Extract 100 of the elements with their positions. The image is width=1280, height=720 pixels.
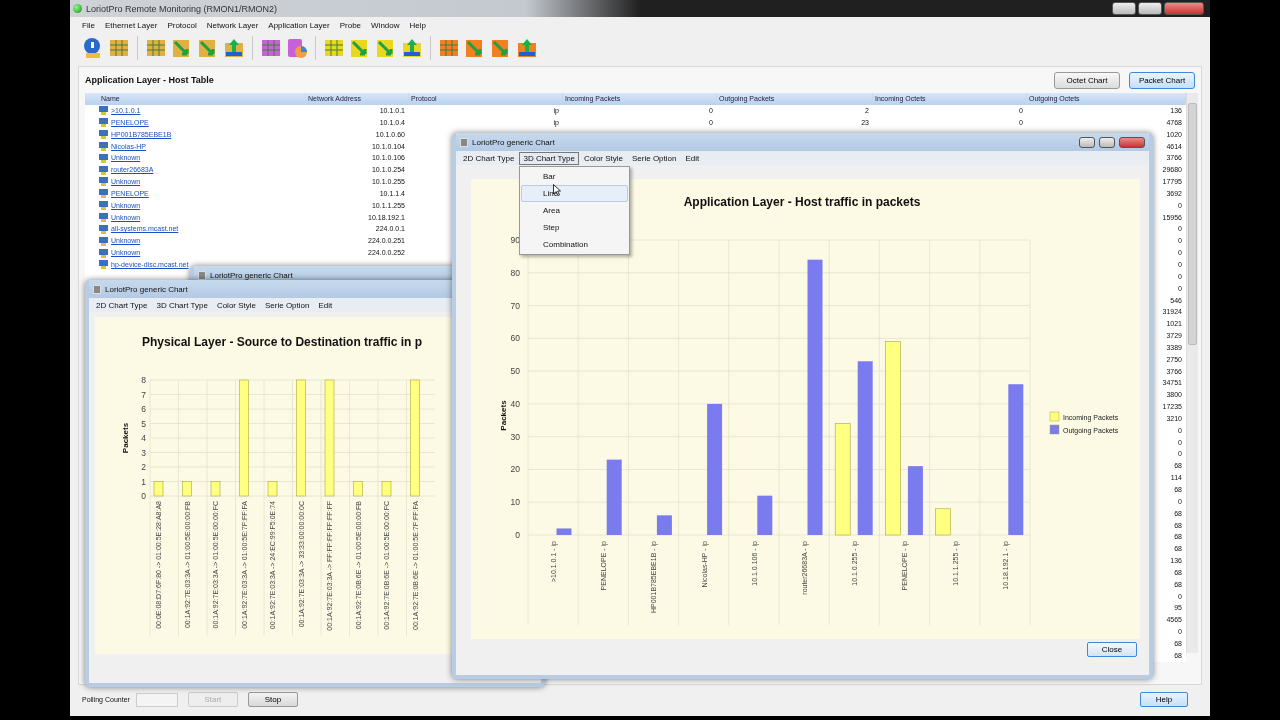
- close-button[interactable]: [1164, 2, 1204, 15]
- bar: [935, 508, 951, 536]
- axis-tick-label: 2: [141, 462, 146, 472]
- menu-item[interactable]: 3D Chart Type: [519, 151, 579, 165]
- menu-item[interactable]: 2D Chart Type: [92, 298, 152, 312]
- window-icon: [93, 284, 101, 294]
- window-icon: [460, 137, 468, 147]
- axis-tick-label: 6: [141, 404, 146, 414]
- computer-icon: [99, 141, 108, 151]
- maximize-button[interactable]: [1138, 2, 1162, 15]
- axis-tick-label: 40: [510, 398, 520, 409]
- chart-button[interactable]: Packet Chart: [1129, 71, 1195, 89]
- app-logo-icon: [73, 4, 82, 13]
- menu-item[interactable]: Serie Option: [261, 298, 314, 312]
- table-icon[interactable]: [145, 37, 167, 59]
- menu-item[interactable]: Color Style: [212, 298, 260, 312]
- computer-icon: [99, 106, 108, 116]
- bar: [182, 481, 192, 497]
- menu-item[interactable]: Ethernet Layer: [104, 20, 158, 30]
- computer-icon: [99, 118, 108, 128]
- bar: [907, 466, 923, 535]
- axis-tick-label: 0: [515, 530, 520, 540]
- menu-item[interactable]: Network Layer: [206, 20, 259, 30]
- axis-title: Packets: [499, 400, 508, 431]
- menu-option[interactable]: Area: [521, 202, 628, 219]
- menu-option[interactable]: Line: [521, 185, 628, 202]
- bar: [210, 481, 221, 497]
- menu-item[interactable]: Probe: [339, 20, 362, 30]
- close-button[interactable]: [1119, 136, 1145, 148]
- menu-option[interactable]: Bar: [521, 168, 628, 185]
- table-icon[interactable]: [260, 37, 282, 59]
- computer-icon: [99, 236, 108, 246]
- menu-option[interactable]: Combination: [521, 236, 628, 253]
- scrollbar[interactable]: [1186, 93, 1198, 653]
- bar: [267, 481, 278, 497]
- axis-tick-label: 10: [510, 497, 520, 508]
- menu-item[interactable]: Color Style: [579, 151, 627, 165]
- bar: [556, 528, 572, 535]
- bar: [153, 481, 164, 497]
- menu-item[interactable]: Window: [371, 20, 400, 30]
- up-arrow-icon[interactable]: [516, 37, 538, 59]
- axis-tick-label: 7: [141, 389, 146, 400]
- menu-item[interactable]: 3D Chart Type: [152, 298, 212, 312]
- chart-button[interactable]: Octet Chart: [1054, 71, 1120, 89]
- table-icon[interactable]: [438, 37, 460, 59]
- polling-field[interactable]: [135, 692, 178, 707]
- minimize-button[interactable]: [1079, 136, 1095, 148]
- window-title: LoriotPro generic Chart: [472, 137, 555, 147]
- menu-item[interactable]: File: [82, 20, 95, 30]
- menu-item[interactable]: Protocol: [167, 20, 197, 30]
- chart-title: Application Layer - Host traffic in packets: [683, 195, 921, 209]
- table-icon[interactable]: [323, 37, 345, 59]
- window-title: LoriotPro Remote Monitoring (RMON1/RMON2): [86, 3, 278, 14]
- computer-icon: [99, 165, 108, 175]
- computer-icon: [99, 248, 108, 258]
- table-icon[interactable]: [108, 37, 130, 59]
- axis-tick-label: 0: [141, 491, 146, 501]
- axis-tick-label: 20: [510, 464, 520, 475]
- axis-title: Packets: [121, 422, 130, 454]
- axis-tick-label: 60: [510, 333, 520, 344]
- panel-title: Application Layer - Host Table: [85, 75, 214, 85]
- computer-icon: [99, 201, 108, 211]
- menu-item[interactable]: Help: [409, 20, 426, 30]
- axis-tick-label: 3: [141, 447, 146, 458]
- axis-tick-label: 1: [141, 476, 146, 487]
- chart-title: Physical Layer - Source to Destination traffic in p: [142, 335, 423, 349]
- axis-tick-label: 50: [510, 366, 520, 377]
- computer-icon: [99, 130, 108, 140]
- menu-item[interactable]: Application Layer: [268, 20, 330, 30]
- up-arrow-icon[interactable]: [401, 37, 423, 59]
- window-title: LoriotPro generic Chart: [105, 284, 188, 294]
- bar: [381, 481, 392, 497]
- close-button[interactable]: Close: [1087, 642, 1137, 657]
- menu-item[interactable]: 2D Chart Type: [459, 151, 519, 165]
- computer-icon: [99, 177, 108, 187]
- computer-icon: [99, 189, 108, 199]
- menu-item[interactable]: Edit: [314, 298, 337, 312]
- minimize-button[interactable]: [1112, 2, 1136, 15]
- axis-tick-label: 8: [141, 375, 146, 385]
- bar: [757, 495, 773, 535]
- help-button[interactable]: Help: [1140, 692, 1188, 707]
- up-arrow-icon[interactable]: [223, 37, 245, 59]
- computer-icon: [99, 260, 108, 270]
- axis-tick-label: 5: [141, 418, 146, 429]
- computer-icon: [99, 224, 108, 234]
- bar: [656, 515, 672, 535]
- maximize-button[interactable]: [1099, 136, 1115, 148]
- pie-chart-icon[interactable]: [286, 37, 308, 59]
- window-icon: [198, 270, 206, 280]
- axis-tick-label: 4: [141, 433, 146, 443]
- menu-option[interactable]: Step: [521, 219, 628, 236]
- menu-item[interactable]: Serie Option: [628, 151, 681, 165]
- bar: [353, 481, 363, 497]
- axis-tick-label: 70: [510, 300, 520, 311]
- window-title: LoriotPro generic Chart: [210, 270, 293, 280]
- axis-tick-label: 80: [510, 267, 520, 278]
- control-button[interactable]: Stop: [247, 692, 298, 707]
- computer-icon: [99, 153, 108, 163]
- menu-item[interactable]: Edit: [681, 151, 704, 165]
- computer-icon: [99, 213, 108, 222]
